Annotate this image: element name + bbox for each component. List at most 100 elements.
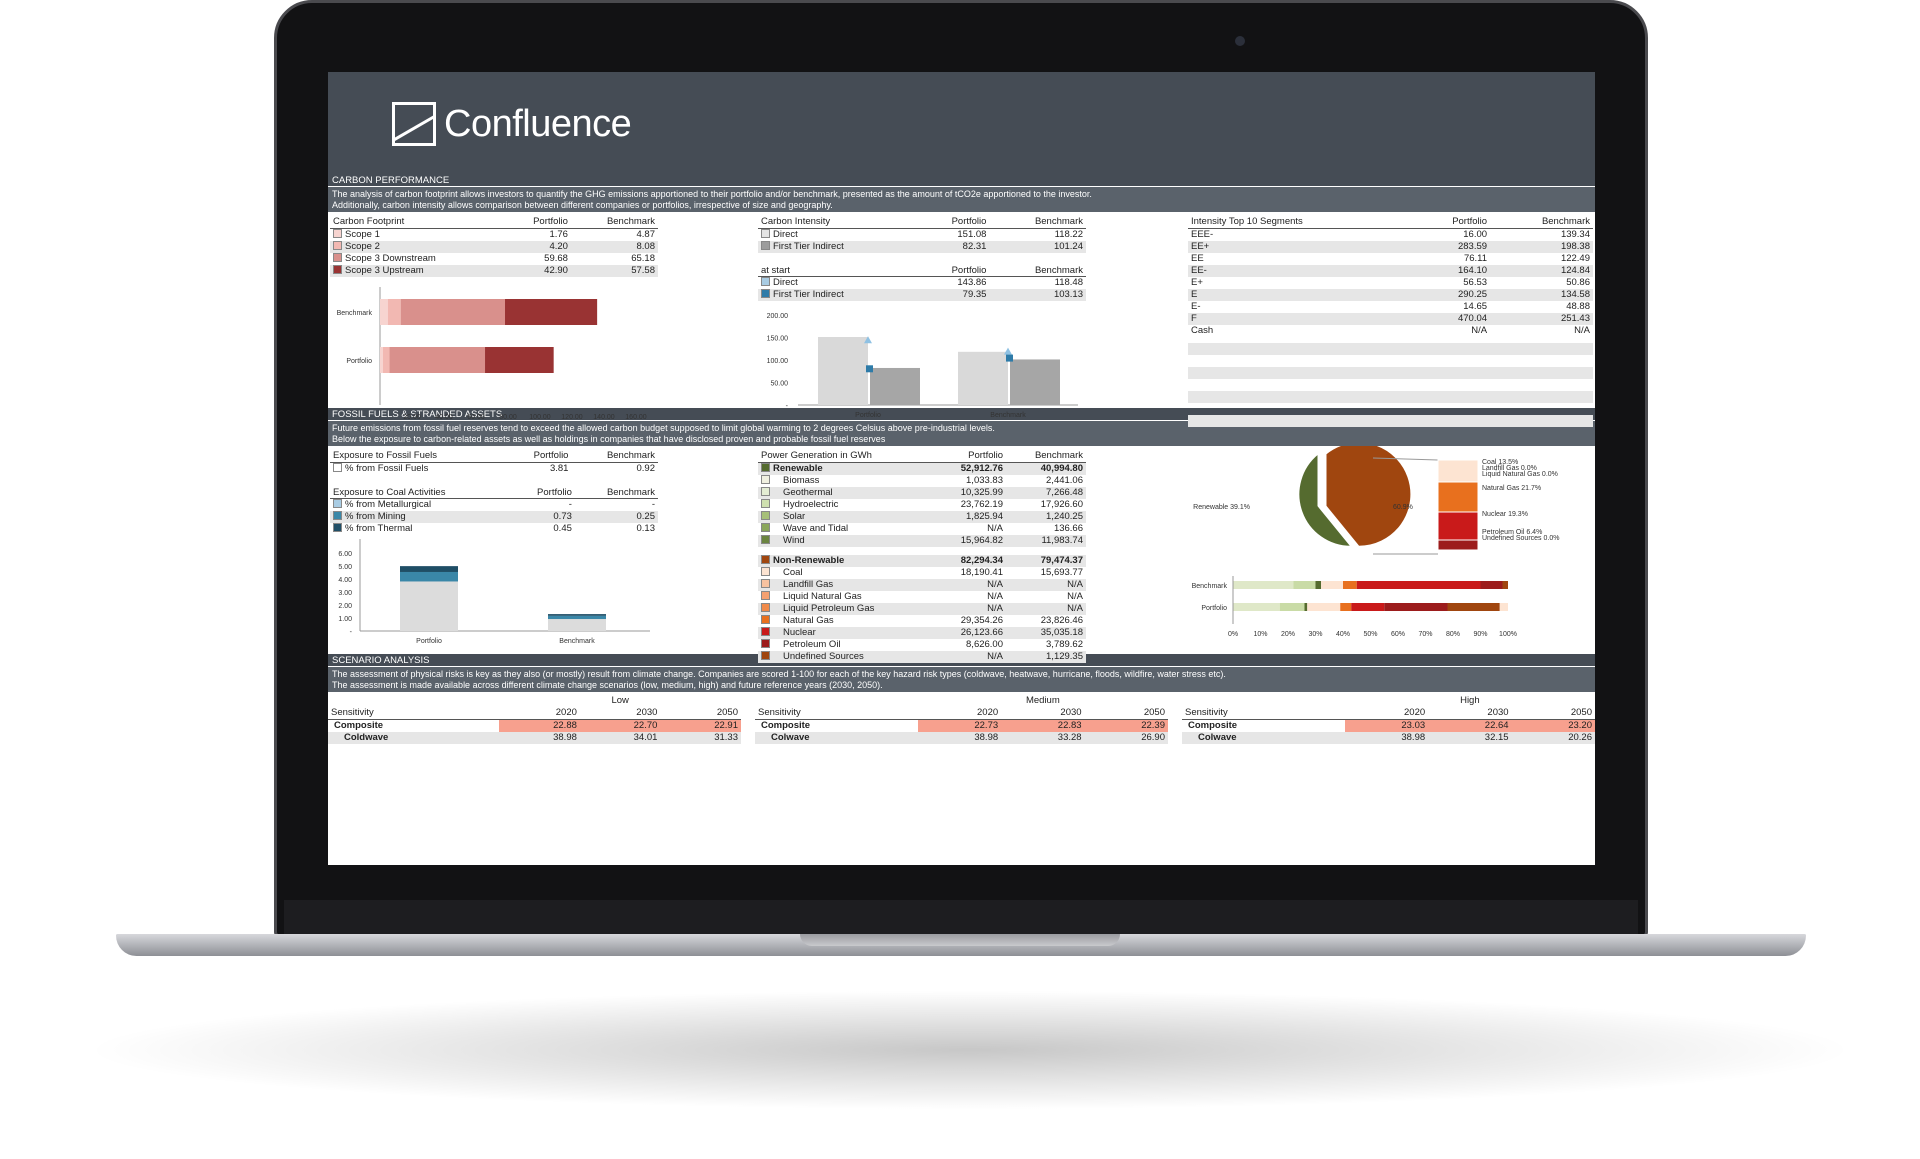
row-label-text: EEE-: [1191, 228, 1214, 240]
x-tick-label: 80%: [1446, 631, 1460, 638]
category-label: Portfolio: [346, 358, 372, 365]
row-label-text: Wind: [783, 534, 805, 546]
marker-start-indirect: [1006, 354, 1013, 362]
bar-segment: [1343, 581, 1357, 589]
scenario-level-row: Medium: [755, 695, 1168, 707]
row-label: EEE-: [1188, 228, 1412, 241]
row-label: Wave and Tidal: [758, 522, 935, 535]
desc-line: The assessment is made available across …: [332, 680, 883, 690]
x-tick-label: 40%: [1336, 631, 1350, 638]
score-cell: 22.73: [917, 719, 1002, 732]
column-header: Benchmark: [1006, 450, 1086, 463]
benchmark-value: N/A: [1574, 324, 1590, 336]
row-label-text: Non-Renewable: [773, 554, 845, 566]
carbon-intensity-chart: 200.00 150.00 100.00 50.00 - Portfolio Benchma…: [767, 313, 1078, 419]
benchmark-value: 136.66: [1053, 522, 1083, 534]
table-row: Biomass 1,033.83 2,441.06: [758, 474, 1086, 487]
benchmark-value: 79,474.37: [1006, 554, 1086, 567]
y-tick-label: 5.00: [338, 564, 352, 571]
x-tick-label: 60%: [1391, 631, 1405, 638]
legend-swatch: [761, 277, 770, 286]
score-cell: 38.98: [917, 731, 1002, 744]
carbon-intensity-start-table: at start Portfolio Benchmark Direct 143.86 11…: [758, 264, 1086, 301]
bar-segment: [380, 298, 388, 325]
x-tick-label: 90%: [1473, 631, 1487, 638]
bar-segment: [1315, 581, 1321, 589]
score-cell: 31.33: [660, 731, 741, 744]
x-tick-label: 70%: [1418, 631, 1432, 638]
score-cell: 38.98: [1344, 731, 1429, 744]
benchmark-value: 198.38: [1490, 240, 1593, 253]
x-tick-label: 100.00: [529, 414, 551, 421]
row-label: Composite: [334, 719, 384, 731]
camera-dot: [1235, 36, 1245, 46]
table-row: E+ 56.53 50.86: [1188, 277, 1593, 289]
legend-swatch: [761, 486, 770, 496]
category-label: Portfolio: [855, 412, 881, 419]
row-label: Hydroelectric: [758, 498, 935, 511]
portfolio-value: N/A: [934, 650, 1006, 663]
row-label: % from Mining: [330, 511, 513, 523]
desc-line: The analysis of carbon footprint allows …: [332, 189, 1092, 199]
row-label: First Tier Indirect: [758, 289, 917, 301]
row-label: Natural Gas: [758, 614, 935, 627]
marker-start-indirect: [866, 365, 873, 373]
marker-start-direct: [1004, 347, 1012, 355]
carbon-panels: Carbon Footprint Portfolio Benchmark Scope …: [328, 212, 1595, 427]
row-label-text: EE: [1191, 252, 1204, 264]
bar-segment: [382, 346, 390, 373]
y-tick-label: 4.00: [338, 577, 352, 584]
portfolio-value: 151.08: [957, 228, 987, 240]
bar-segment: [1279, 603, 1305, 611]
logo-mark-icon: [392, 102, 436, 146]
table-row: Renewable 52,912.76 40,994.80: [758, 462, 1086, 475]
benchmark-value: 65.18: [631, 252, 655, 264]
portfolio-value: 164.10: [1412, 264, 1491, 277]
column-header: 2030: [1428, 707, 1512, 720]
bar: [958, 351, 1008, 405]
x-tick-label: 20%: [1281, 631, 1295, 638]
table-header: Sensitivity 2020 2030 2050: [755, 707, 1168, 720]
y-tick-label: 2.00: [338, 603, 352, 610]
row-label: Colwave: [1182, 731, 1345, 744]
scenario-level-row: High: [1182, 695, 1595, 707]
table-row: Colwave 38.98 33.28 26.90: [755, 731, 1168, 744]
score-cell: 23.03: [1344, 719, 1429, 732]
column-header: Portfolio: [512, 486, 575, 499]
row-label-text: Solar: [783, 510, 806, 522]
row-label-text: E: [1191, 288, 1198, 300]
carbon-intensity-panel: Carbon Intensity Portfolio Benchmark Direct…: [758, 216, 1086, 426]
benchmark-value: 2,441.06: [1046, 474, 1083, 486]
column-header: Benchmark: [1490, 216, 1593, 229]
legend-swatch: [761, 590, 770, 600]
portfolio-value: 79.35: [916, 289, 990, 301]
legend-swatch: [761, 240, 770, 250]
column-header: at start: [758, 264, 917, 277]
fossil-exposure-panel: Exposure to Fossil Fuels Portfolio Benchma…: [330, 450, 658, 652]
bar-segment: [1321, 581, 1343, 589]
row-label: Composite: [1188, 719, 1238, 731]
row-label-text: Petroleum Oil: [783, 638, 841, 650]
row-label: Scope 3 Upstream: [330, 264, 506, 277]
column-header: 2020: [499, 707, 580, 720]
fossil-panels: Exposure to Fossil Fuels Portfolio Benchma…: [328, 441, 1595, 663]
legend-swatch: [333, 264, 342, 274]
row-label-text: Liquid Petroleum Gas: [783, 602, 875, 614]
benchmark-value: N/A: [1006, 578, 1086, 591]
portfolio-value: 26,123.66: [934, 626, 1006, 639]
row-label-text: % from Mining: [345, 511, 406, 522]
category-label: Benchmark: [337, 310, 373, 317]
bar-segment: [389, 346, 486, 373]
portfolio-value: 3.81: [549, 462, 569, 474]
column-header: 2050: [1084, 707, 1168, 720]
bar-segment: [387, 298, 401, 325]
legend-swatch: [761, 578, 770, 588]
row-label: Non-Renewable: [758, 554, 935, 567]
composition-segment: [1437, 539, 1479, 551]
scenario-level: High: [1460, 695, 1480, 706]
table-row: EE 76.11 122.49: [1188, 253, 1593, 265]
table-header: Sensitivity 2020 2030 2050: [1182, 707, 1595, 720]
row-label: Scope 2: [330, 240, 506, 253]
top10-table: Intensity Top 10 Segments Portfolio Benchm…: [1188, 216, 1593, 337]
benchmark-value: 4.87: [636, 228, 656, 240]
